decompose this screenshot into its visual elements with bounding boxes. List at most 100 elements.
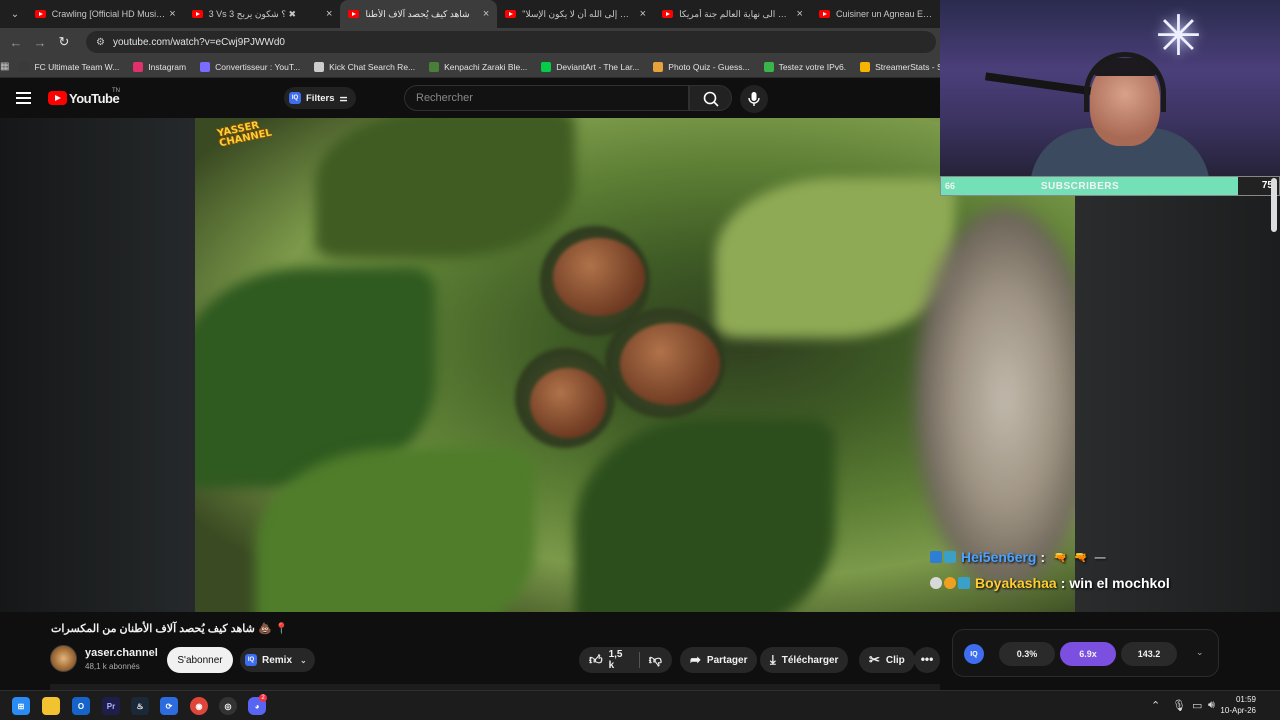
obs-icon[interactable]: ◎ (219, 697, 237, 715)
hazelnut-shape (553, 238, 645, 316)
browser-tab-active[interactable]: شاهد كيف يُحصد آلاف الأطنا × (340, 0, 498, 28)
bookmark-item[interactable]: Kenpachi Zaraki Ble... (429, 61, 527, 72)
chat-badge-icon (944, 551, 956, 563)
search-button[interactable] (689, 85, 732, 111)
bookmark-item[interactable]: Testez votre IPv6. (763, 61, 847, 72)
browser-tab[interactable]: Crawling [Official HD Music Vid × (27, 0, 184, 28)
browser-tab[interactable]: 3 Vs 3 ؟ شكون يربح ✖ × (184, 0, 341, 28)
browser-tab[interactable]: رحلتي الى نهاية العالم جنة أمريكا × (654, 0, 811, 28)
subscriber-count: 48,1 k abonnés (85, 662, 140, 671)
browser-app-icon[interactable]: ⟳ (160, 697, 178, 715)
remix-button[interactable]: IQ Remix ⌄ (240, 648, 315, 672)
site-info-icon[interactable]: ⚙ (96, 37, 105, 48)
close-tab-icon[interactable]: × (326, 8, 332, 20)
file-explorer-icon[interactable] (42, 697, 60, 715)
download-label: Télécharger (781, 654, 839, 666)
forward-arrow-icon[interactable]: → (28, 35, 52, 50)
steam-icon[interactable]: ♨ (131, 697, 149, 715)
bookmark-favicon-icon (19, 61, 30, 72)
premiere-pro-icon[interactable]: Pr (102, 697, 120, 715)
stream-chat-overlay: Hei5en6erg : 🔫 🔫 — Boyakashaa : win el m… (930, 547, 1280, 599)
bookmark-label: Convertisseur : YouT... (215, 61, 301, 72)
chat-separator: : (1040, 549, 1046, 565)
youtube-favicon-icon (818, 10, 830, 18)
iq-stat-percent[interactable]: 0.3% (999, 642, 1055, 666)
clock-date: 10-Apr-26 (1220, 706, 1256, 715)
chevron-up-icon[interactable]: ⌃ (1151, 699, 1160, 712)
browser-tab[interactable]: "توسلت إلى الله أن لا يكون الإسلا × (497, 0, 654, 28)
display-icon[interactable]: ▭ (1192, 699, 1202, 712)
iq-icon: IQ (245, 654, 257, 666)
apps-grid-icon[interactable]: ▦ (0, 61, 9, 72)
dislike-icon[interactable]: 👎︎ (649, 652, 662, 668)
microphone-icon[interactable]: 🎙︎ (1172, 699, 1186, 712)
remix-label: Remix (262, 654, 293, 666)
youtube-favicon-icon (34, 10, 46, 18)
scissors-icon: ✂ (869, 652, 880, 667)
tab-search-chevron-icon[interactable]: ⌄ (3, 3, 27, 25)
channel-avatar[interactable] (50, 645, 77, 672)
bookmark-item[interactable]: StreamerStats - SMF... (860, 61, 940, 72)
filters-label: Filters (306, 92, 335, 104)
youtube-logo-icon[interactable] (48, 91, 67, 105)
close-tab-icon[interactable]: × (640, 8, 646, 20)
browser-tab[interactable]: Cuisiner un Agneau Entier sc (811, 0, 940, 28)
channel-name[interactable]: yaser.channel (85, 647, 158, 659)
menu-icon[interactable] (16, 92, 31, 104)
share-label: Partager (706, 654, 748, 666)
bookmark-item[interactable]: Convertisseur : YouT... (200, 61, 301, 72)
outlook-icon[interactable]: O (72, 697, 90, 715)
video-title: 📍 💩 شاهد كيف يُحصد آلاف الأطنان من المكس… (51, 622, 288, 635)
windows-start-icon[interactable]: ⊞ (12, 697, 30, 715)
chevron-down-icon: ⌄ (300, 655, 307, 665)
search-icon (703, 91, 719, 107)
bookmark-label: Testez votre IPv6. (778, 61, 847, 72)
close-tab-icon[interactable]: × (797, 8, 803, 20)
bookmark-item[interactable]: Photo Quiz - Guess... (653, 61, 750, 72)
filters-button[interactable]: IQ Filters ⚌ (284, 87, 356, 109)
bookmark-label: Instagram (148, 61, 187, 72)
title-text: شاهد كيف يُحصد آلاف الأطنان من المكسرات (51, 623, 255, 635)
url-field[interactable]: ⚙ youtube.com/watch?v=eCwj9PJWWd0 (86, 31, 936, 53)
voice-search-button[interactable] (740, 85, 768, 113)
chrome-icon[interactable]: ◉ (190, 697, 208, 715)
download-button[interactable]: ⤓ Télécharger (760, 647, 849, 673)
share-button[interactable]: ➦ Partager (680, 647, 758, 673)
chat-text: win el mochkol (1069, 575, 1170, 591)
system-clock[interactable]: 01:59 10-Apr-26 (1220, 694, 1256, 716)
back-arrow-icon[interactable]: ← (4, 35, 28, 50)
chat-separator: : (1060, 575, 1066, 591)
youtube-header: YouTube TN IQ Filters ⚌ Rechercher (0, 78, 940, 119)
bookmark-item[interactable]: DeviantArt - The Lar... (541, 61, 639, 72)
bookmark-label: Photo Quiz - Guess... (668, 61, 750, 72)
chevron-down-icon[interactable]: ⌄ (1196, 647, 1204, 658)
chat-username: Boyakashaa (975, 575, 1057, 591)
iq-logo-icon[interactable]: IQ (964, 644, 984, 664)
more-actions-button[interactable]: ••• (914, 647, 940, 673)
bookmark-item[interactable]: Instagram (133, 61, 187, 72)
tab-strip: ⌄ Crawling [Official HD Music Vid × 3 Vs … (0, 0, 940, 28)
reload-icon[interactable]: ↻ (52, 34, 76, 50)
clip-button[interactable]: ✂ Clip (859, 647, 915, 673)
youtube-favicon-icon (348, 10, 360, 18)
divider (638, 652, 640, 668)
bookmark-label: FC Ultimate Team W... (34, 61, 120, 72)
subscribe-button[interactable]: S'abonner (167, 647, 233, 673)
iq-stat-score[interactable]: 143.2 (1121, 642, 1177, 666)
search-input[interactable]: Rechercher (404, 85, 689, 111)
discord-notification-badge: 2 (259, 694, 267, 702)
bookmark-item[interactable]: FC Ultimate Team W... (19, 61, 120, 72)
leaf-shape (315, 118, 575, 258)
hazelnut-shape (530, 368, 606, 438)
like-count[interactable]: 1,5 k (609, 649, 629, 671)
page-scrollbar[interactable] (1271, 178, 1277, 232)
volume-icon[interactable]: 🔊︎ (1208, 699, 1215, 712)
clock-time: 01:59 (1235, 695, 1256, 704)
bookmark-item[interactable]: Kick Chat Search Re... (314, 61, 416, 72)
iq-stat-multiplier[interactable]: 6.9x (1060, 642, 1116, 666)
close-tab-icon[interactable]: × (483, 8, 489, 20)
bookmark-label: Kick Chat Search Re... (329, 61, 416, 72)
url-text: youtube.com/watch?v=eCwj9PJWWd0 (112, 36, 285, 48)
close-tab-icon[interactable]: × (169, 8, 175, 20)
like-icon[interactable]: 👍︎ (589, 652, 603, 668)
